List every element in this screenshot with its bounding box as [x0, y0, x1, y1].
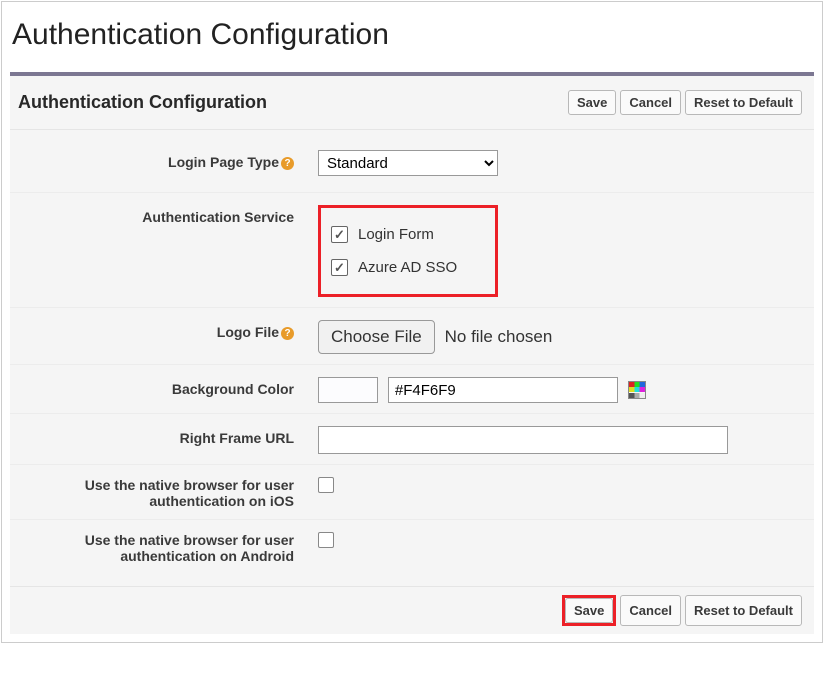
field-native-ios	[300, 477, 814, 496]
row-native-ios: Use the native browser for user authenti…	[10, 465, 814, 520]
row-native-android: Use the native browser for user authenti…	[10, 520, 814, 574]
checkbox-label-azure-ad-sso: Azure AD SSO	[358, 259, 457, 276]
panel-footer: Save Cancel Reset to Default	[10, 586, 814, 634]
footer-cancel-button[interactable]: Cancel	[620, 595, 681, 626]
checkbox-native-android[interactable]	[318, 532, 334, 548]
color-swatch[interactable]	[318, 377, 378, 403]
label-logo-file: Logo File?	[10, 320, 300, 340]
label-auth-service: Authentication Service	[10, 205, 300, 225]
label-native-android: Use the native browser for user authenti…	[10, 532, 300, 564]
save-button-highlight: Save	[562, 595, 616, 626]
field-auth-service: Login Form Azure AD SSO	[300, 205, 814, 297]
row-background-color: Background Color	[10, 365, 814, 414]
checkbox-login-form[interactable]	[331, 226, 348, 243]
auth-option-azure-ad-sso: Azure AD SSO	[331, 255, 457, 280]
label-text: Login Page Type	[168, 154, 279, 170]
row-login-page-type: Login Page Type? Standard	[10, 134, 814, 193]
help-icon[interactable]: ?	[281, 157, 294, 170]
row-logo-file: Logo File? Choose File No file chosen	[10, 308, 814, 365]
label-background-color: Background Color	[10, 377, 300, 397]
row-right-frame-url: Right Frame URL	[10, 414, 814, 465]
auth-service-highlight: Login Form Azure AD SSO	[318, 205, 498, 297]
panel-body: Login Page Type? Standard Authentication…	[10, 130, 814, 586]
background-color-input[interactable]	[388, 377, 618, 403]
checkbox-azure-ad-sso[interactable]	[331, 259, 348, 276]
row-auth-service: Authentication Service Login Form Azure …	[10, 193, 814, 308]
color-picker-icon[interactable]	[628, 381, 646, 399]
panel-title: Authentication Configuration	[18, 92, 568, 113]
cancel-button[interactable]: Cancel	[620, 90, 681, 115]
label-native-ios: Use the native browser for user authenti…	[10, 477, 300, 509]
label-login-page-type: Login Page Type?	[10, 150, 300, 170]
field-login-page-type: Standard	[300, 150, 814, 176]
choose-file-button[interactable]: Choose File	[318, 320, 435, 354]
logo-file-status: No file chosen	[445, 327, 553, 346]
panel-header: Authentication Configuration Save Cancel…	[10, 76, 814, 130]
help-icon[interactable]: ?	[281, 327, 294, 340]
checkbox-native-ios[interactable]	[318, 477, 334, 493]
field-right-frame-url	[300, 426, 814, 454]
right-frame-url-input[interactable]	[318, 426, 728, 454]
footer-save-button[interactable]: Save	[565, 598, 613, 623]
reset-to-default-button[interactable]: Reset to Default	[685, 90, 802, 115]
config-panel: Authentication Configuration Save Cancel…	[10, 72, 814, 634]
login-page-type-select[interactable]: Standard	[318, 150, 498, 176]
footer-reset-button[interactable]: Reset to Default	[685, 595, 802, 626]
field-native-android	[300, 532, 814, 551]
save-button[interactable]: Save	[568, 90, 616, 115]
page-container: Authentication Configuration Authenticat…	[1, 1, 823, 643]
label-text: Logo File	[217, 324, 279, 340]
field-background-color	[300, 377, 814, 403]
page-title: Authentication Configuration	[2, 2, 822, 72]
field-logo-file: Choose File No file chosen	[300, 320, 814, 354]
label-right-frame-url: Right Frame URL	[10, 426, 300, 446]
auth-option-login-form: Login Form	[331, 222, 457, 247]
checkbox-label-login-form: Login Form	[358, 226, 434, 243]
